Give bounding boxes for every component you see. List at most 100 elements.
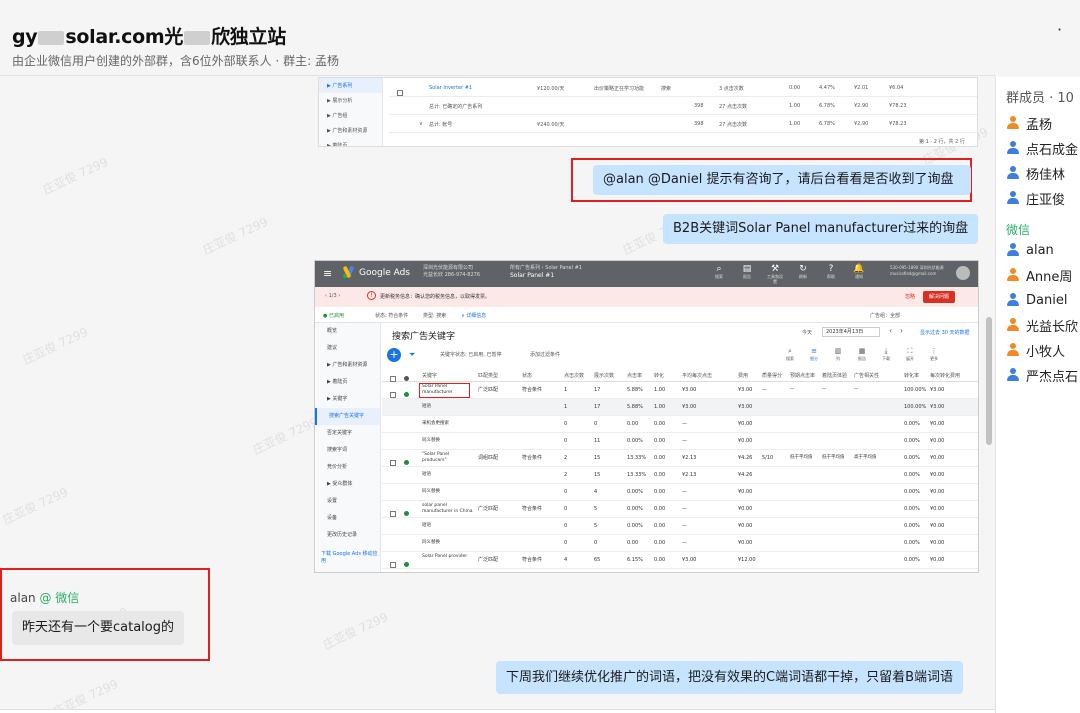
filter-icon[interactable]: ⏷: [409, 350, 415, 360]
member-item[interactable]: Daniel: [1006, 290, 1080, 310]
table-row[interactable]: 采机会更搜索 0 0 0.00 0.00 — ¥0.00 0.00% ¥0.00: [382, 416, 978, 433]
message-bubble[interactable]: 昨天还有一个要catalog的: [12, 611, 184, 645]
table-row[interactable]: 同义替换 0 4 0.00% 0.00 — ¥0.00 0.00% ¥0.00: [382, 484, 978, 501]
keywords-table: 关键字 匹配类型 状态 点击次数 展示次数 点击率 转化 平均每次点击 费用 质…: [382, 368, 978, 569]
expand-icon[interactable]: ⛶ 展开: [900, 347, 920, 363]
download-icon[interactable]: ⤓ 下载: [876, 347, 896, 363]
search-icon[interactable]: ⌕ 搜索: [780, 347, 800, 363]
sidebar-item[interactable]: ▶ 着陆页: [315, 374, 380, 391]
chat-message-area[interactable]: 庄亚俊 7299 庄亚俊 7299 庄亚俊 7299 庄亚俊 7299 庄亚俊 …: [0, 77, 995, 713]
sidebar-item[interactable]: 更改历史记录: [315, 527, 380, 544]
top-toolbar: ⌕ 搜索 ▤ 报告 ⚒ 工具和设置 ↻ 刷新 ? 帮助 🔔 通知: [710, 264, 868, 284]
customer-info: 530-095-1890 深圳光伏能源 musicsfied@gmail.com: [890, 265, 944, 276]
cell-cvr: 0.00%: [904, 523, 920, 529]
sidebar-item[interactable]: 概览: [315, 323, 380, 340]
table-row[interactable]: solar panel manufacturer in China 广泛匹配 符合条…: [382, 501, 978, 518]
sidebar-item[interactable]: ▶ 受众群体: [315, 476, 380, 493]
user-icon: [1006, 243, 1020, 257]
cell-kw: 短语: [422, 472, 431, 477]
cell-conv: 0.00: [654, 540, 666, 546]
fix-button[interactable]: 解决问题: [923, 291, 956, 303]
message-input-edge[interactable]: [0, 709, 995, 713]
sidebar-item[interactable]: 搜索字词: [315, 442, 380, 459]
member-item[interactable]: 严杰点石: [1006, 365, 1080, 385]
cell-cpa: ¥0.00: [930, 523, 945, 529]
message-bubble[interactable]: 下周我们继续优化推广的词语，把没有效果的C端词语都干掉，只留着B端词语: [496, 661, 963, 694]
report-icon[interactable]: ▦ 报告: [852, 347, 872, 363]
refresh-icon[interactable]: ↻ 刷新: [794, 264, 812, 284]
ads-screenshot-image-1[interactable]: ▶ 广告系列 ▶ 展示分析 ▶ 广告组 ▶ 广告和素材资源 ▶ 着陆页 Sola…: [318, 77, 978, 147]
member-item[interactable]: 光益长欣: [1006, 315, 1080, 335]
sidebar-item[interactable]: 否定关键字: [315, 425, 380, 442]
member-item[interactable]: 点石成金: [1006, 138, 1080, 158]
chat-scrollbar[interactable]: [986, 317, 992, 445]
date-nav-icon[interactable]: ‹ ›: [889, 326, 903, 335]
cell-clicks: 4: [564, 557, 568, 563]
member-item[interactable]: 杨佳林: [1006, 163, 1080, 183]
cell-ctr: 5.88%: [627, 387, 643, 393]
cell-kw: 同义替换: [422, 489, 440, 494]
cell-cvr: 0.00%: [904, 438, 920, 444]
more-icon[interactable]: ⋮ 更多: [924, 347, 944, 363]
sidebar-item[interactable]: 设置: [315, 493, 380, 510]
table-row[interactable]: "Solar Panel producers" 词组匹配 符合条件 2 15 13.33%…: [382, 450, 978, 467]
cell-ctr: 0.00%: [627, 506, 643, 512]
member-item[interactable]: alan: [1006, 240, 1080, 260]
search-icon[interactable]: ⌕ 搜索: [710, 264, 728, 284]
table-row[interactable]: 同义替换 0 11 0.00% 0.00 — ¥0.00 0.00% ¥0.00: [382, 433, 978, 450]
cell-clicks: 1: [564, 404, 568, 410]
member-item[interactable]: 小牧人: [1006, 340, 1080, 360]
sidebar-item[interactable]: 竞价分析: [315, 459, 380, 476]
chat-subtitle: 由企业微信用户创建的外部群，含6位外部联系人 · 群主: 孟杨: [12, 54, 339, 68]
sidebar-item-search-keywords[interactable]: 搜索广告关键字: [315, 408, 380, 425]
cell-cpa: ¥0.00: [930, 557, 945, 563]
cell-cpc: ¥2.13: [682, 455, 697, 461]
message-bubble[interactable]: B2B关键词Solar Panel manufacturer过来的询盘: [663, 214, 978, 244]
tools-icon[interactable]: ⚒ 工具和设置: [766, 264, 784, 284]
avatar[interactable]: [956, 266, 970, 280]
table-row[interactable]: 短语 2 15 13.33% 0.00 ¥2.13 ¥4.26 0.00% ¥0.00: [382, 467, 978, 484]
member-item[interactable]: 孟杨: [1006, 113, 1080, 133]
table-row[interactable]: 短语 0 5 0.00% 0.00 — ¥0.00 0.00% ¥0.00: [382, 518, 978, 535]
table-row[interactable]: Solar Panel provider 广泛匹配 符合条件 4 65 6.15% 0.00…: [382, 552, 978, 569]
member-item[interactable]: Anne周: [1006, 265, 1080, 285]
table-row[interactable]: 同义替换 0 0 0.00 0.00 — ¥0.00 0.00% ¥0.00: [382, 535, 978, 552]
cell-rel: —: [854, 387, 859, 392]
ads-screenshot-image-2[interactable]: ≡ Google Ads 深圳光伏能源有限公司 光益长欣 286-974-827…: [314, 260, 979, 573]
table-row[interactable]: 短语 1 17 5.88% 1.00 ¥3.00 ¥3.00 100.00% ¥3.00: [382, 399, 978, 416]
download-app-link[interactable]: 下载 Google Ads 移动应用: [319, 551, 379, 565]
cell-impr: 15: [594, 455, 601, 461]
add-icon[interactable]: +: [387, 348, 401, 362]
sidebar-item[interactable]: ▶ 广告和素材资源: [315, 357, 380, 374]
user-icon: [1006, 141, 1020, 155]
compare-link[interactable]: 显示过去 30 天的数据: [920, 329, 970, 336]
cell-cpc: ¥3.00: [682, 404, 697, 410]
member-item[interactable]: 庄亚俊: [1006, 188, 1080, 208]
filter-chip[interactable]: 关键字状态: 已启用, 已暂停: [440, 351, 501, 358]
date-picker[interactable]: 2023年4月13日: [822, 327, 880, 337]
cell-kw: 采机会更搜索: [422, 421, 449, 426]
dismiss-button[interactable]: 忽略: [905, 293, 915, 300]
message-bubble[interactable]: @alan @Daniel 提示有咨询了，请后台看看是否收到了询盘: [593, 165, 971, 195]
cell-impr: 0: [594, 540, 598, 546]
report-icon[interactable]: ▤ 报告: [738, 264, 756, 284]
alert-pager[interactable]: ‹ 1/3 ›: [325, 293, 340, 299]
cell-clicks: 1: [564, 387, 568, 393]
columns-icon[interactable]: ▥ 列: [828, 347, 848, 363]
add-filter-button[interactable]: 添加过滤条件: [530, 351, 560, 358]
cell-cost: ¥0.00: [738, 506, 753, 512]
notification-icon[interactable]: 🔔 通知: [850, 264, 868, 284]
help-icon[interactable]: ? 帮助: [822, 264, 840, 284]
table-row[interactable]: Solar Panel manufacturer 广泛匹配 符合条件 1 17 5.88%…: [382, 382, 978, 399]
watermark: 庄亚俊 7299: [20, 324, 91, 368]
sidebar-item[interactable]: 建议: [315, 340, 380, 357]
members-panel: 群成员 · 10 孟杨 点石成金 杨佳林 庄亚俊 微信 alan Anne周 Daniel…: [995, 77, 1080, 713]
sidebar-item[interactable]: 设备: [315, 510, 380, 527]
more-options-icon[interactable]: ·: [1057, 20, 1062, 39]
page-title: 搜索广告关键字: [392, 332, 456, 342]
cell-match: 词组匹配: [478, 455, 499, 461]
cell-ctr: 0.00: [627, 421, 639, 427]
sidebar-item[interactable]: ▶ 关键字: [315, 391, 380, 408]
segment-icon[interactable]: ≡ 细分: [804, 347, 824, 363]
cell-status: 符合条件: [522, 506, 543, 512]
